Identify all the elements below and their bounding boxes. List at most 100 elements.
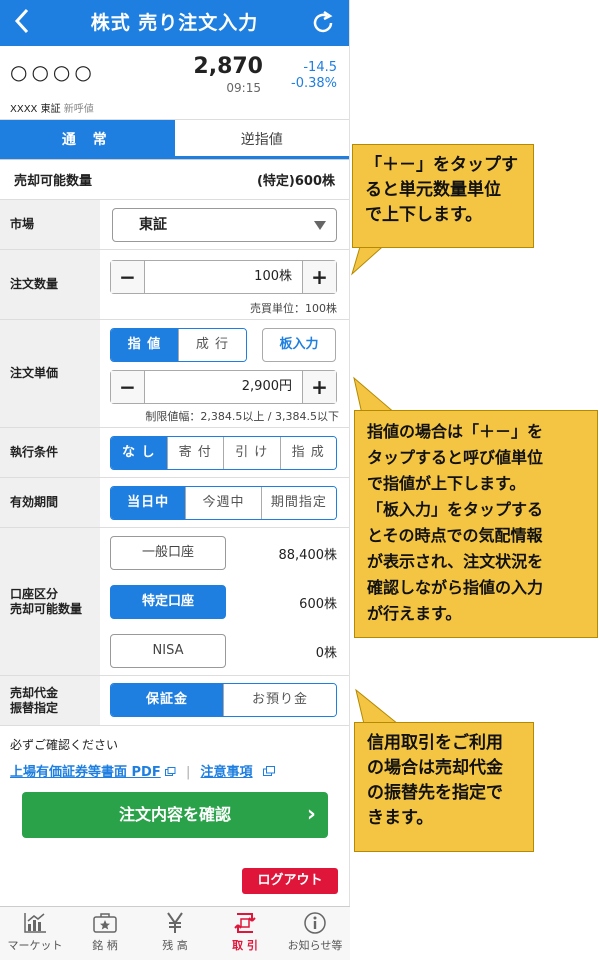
account-nisa-qty: 0株 bbox=[315, 646, 337, 661]
callout-line: の場合は売却代金 bbox=[367, 758, 503, 778]
condition-funari[interactable]: 指 成 bbox=[279, 437, 336, 469]
callout-transfer: 信用取引をご利用 の場合は売却代金 の振替先を指定で きます。 bbox=[354, 722, 534, 852]
tab-notices[interactable]: お知らせ等 bbox=[280, 907, 350, 960]
tab-trade[interactable]: 取 引 bbox=[210, 907, 280, 960]
refresh-icon[interactable] bbox=[309, 9, 337, 37]
chevron-right-icon: › bbox=[306, 802, 316, 827]
header-bar: 株式 売り注文入力 bbox=[0, 0, 349, 46]
market-value: 東証 bbox=[139, 217, 167, 233]
quantity-minus-button[interactable]: − bbox=[111, 261, 145, 293]
tab-trade-label: 取 引 bbox=[232, 939, 258, 952]
callout-line: ると単元数量単位 bbox=[365, 180, 501, 200]
market-row: 市場 東証 bbox=[0, 200, 349, 250]
limit-order-option[interactable]: 指 値 bbox=[111, 329, 178, 361]
period-toggle: 当日中 今週中 期間指定 bbox=[110, 486, 337, 520]
logout-button[interactable]: ログアウト bbox=[242, 868, 338, 894]
quantity-plus-button[interactable]: + bbox=[302, 261, 336, 293]
stock-code: XXXX bbox=[10, 104, 38, 115]
account-nisa-button[interactable]: NISA bbox=[110, 634, 226, 668]
transfer-row: 売却代金 振替指定 保証金 お預り金 bbox=[0, 676, 349, 726]
price-minus-button[interactable]: − bbox=[111, 371, 145, 403]
callout-line: 「＋－」をタップす bbox=[365, 155, 518, 175]
period-this-week[interactable]: 今週中 bbox=[185, 487, 261, 519]
stock-price: 2,870 bbox=[193, 54, 263, 79]
quantity-row: 注文数量 − 100株 + 売買単位：100株 bbox=[0, 250, 349, 320]
confirm-order-button[interactable]: 注文内容を確認 › bbox=[22, 792, 328, 838]
chevron-down-icon bbox=[314, 221, 326, 230]
confirm-section: 必ずご確認ください 上場有価証券等書面 PDF | 注意事項 bbox=[0, 726, 349, 796]
callout-line: タップすると呼び値単位 bbox=[367, 448, 544, 467]
exchange-icon bbox=[234, 913, 256, 933]
price-stepper: − 2,900円 + bbox=[110, 370, 337, 404]
callout-line: で上下します。 bbox=[365, 205, 483, 225]
tab-market[interactable]: マーケット bbox=[0, 907, 70, 960]
period-label: 有効期間 bbox=[0, 478, 100, 527]
period-specify[interactable]: 期間指定 bbox=[260, 487, 336, 519]
condition-none[interactable]: な し bbox=[111, 437, 167, 469]
callout-line: とその時点での気配情報 bbox=[367, 526, 543, 545]
price-type-toggle: 指 値 成 行 bbox=[110, 328, 247, 362]
condition-toggle: な し 寄 付 引 け 指 成 bbox=[110, 436, 337, 470]
tab-market-label: マーケット bbox=[7, 939, 63, 952]
callout-line: きます。 bbox=[367, 808, 434, 828]
tab-notices-label: お知らせ等 bbox=[287, 939, 343, 952]
callout-line: 指値の場合は「＋－」を bbox=[367, 422, 544, 441]
period-today[interactable]: 当日中 bbox=[111, 487, 186, 519]
period-row: 有効期間 当日中 今週中 期間指定 bbox=[0, 478, 349, 528]
tick-flag: 新呼値 bbox=[63, 104, 94, 115]
transfer-label-line1: 売却代金 bbox=[10, 685, 59, 700]
callout-quantity: 「＋－」をタップす ると単元数量単位 で上下します。 bbox=[352, 144, 534, 248]
callout-line: が表示され、注文状況を bbox=[367, 552, 544, 571]
tab-stocks[interactable]: 銘 柄 bbox=[70, 907, 140, 960]
quantity-input[interactable]: 100株 bbox=[145, 261, 302, 293]
condition-close[interactable]: 引 け bbox=[223, 437, 280, 469]
account-label: 口座区分 売却可能数量 bbox=[0, 528, 100, 675]
account-specific-qty: 600株 bbox=[299, 597, 337, 612]
price-label: 注文単価 bbox=[0, 320, 100, 427]
transfer-label-line2: 振替指定 bbox=[10, 700, 59, 715]
tab-stop-order[interactable]: 逆指値 bbox=[174, 120, 349, 159]
condition-open[interactable]: 寄 付 bbox=[166, 437, 223, 469]
account-label-line2: 売却可能数量 bbox=[10, 601, 83, 616]
notes-link[interactable]: 注意事項 bbox=[201, 765, 253, 780]
stock-name: ○○○○ bbox=[10, 60, 96, 84]
tab-normal[interactable]: 通 常 bbox=[0, 120, 175, 159]
callout-line: 「板入力」をタップする bbox=[367, 500, 544, 519]
account-general-button[interactable]: 一般口座 bbox=[110, 536, 226, 570]
info-icon bbox=[304, 912, 326, 934]
board-input-button[interactable]: 板入力 bbox=[262, 328, 336, 362]
price-row: 注文単価 指 値 成 行 板入力 − 2,900円 + 制限値幅：2,384.5… bbox=[0, 320, 349, 428]
account-specific-button[interactable]: 特定口座 bbox=[110, 585, 226, 619]
market-order-option[interactable]: 成 行 bbox=[178, 329, 246, 361]
page-title: 株式 売り注文入力 bbox=[90, 12, 259, 34]
limit-range-note: 制限値幅：2,384.5以上 / 3,384.5以下 bbox=[145, 410, 339, 423]
account-general-qty: 88,400株 bbox=[278, 548, 338, 563]
market-label: 市場 bbox=[0, 200, 100, 249]
callout-line: が行えます。 bbox=[367, 604, 462, 623]
callout-price: 指値の場合は「＋－」を タップすると呼び値単位 で指値が上下します。 「板入力」… bbox=[354, 410, 598, 638]
callout-line: で指値が上下します。 bbox=[367, 474, 526, 493]
price-input[interactable]: 2,900円 bbox=[145, 371, 302, 403]
external-window-icon bbox=[164, 767, 176, 776]
callout-line: の振替先を指定で bbox=[367, 783, 503, 803]
confirm-order-label: 注文内容を確認 bbox=[118, 805, 231, 824]
price-plus-button[interactable]: + bbox=[302, 371, 336, 403]
document-pdf-link[interactable]: 上場有価証券等書面 PDF bbox=[10, 765, 161, 780]
market-select[interactable]: 東証 bbox=[112, 208, 337, 242]
order-type-tabs: 通 常 逆指値 bbox=[0, 120, 349, 160]
chart-icon bbox=[24, 913, 46, 933]
account-row: 口座区分 売却可能数量 一般口座 88,400株 特定口座 600株 NISA … bbox=[0, 528, 349, 676]
tab-balance[interactable]: 残 高 bbox=[140, 907, 210, 960]
confirm-notice: 必ずご確認ください bbox=[10, 738, 119, 752]
transfer-toggle: 保証金 お預り金 bbox=[110, 683, 337, 717]
callout-line: 信用取引をご利用 bbox=[367, 733, 503, 753]
quote-time: 09:15 bbox=[226, 81, 261, 95]
stock-market: 東証 bbox=[40, 104, 61, 115]
transfer-margin[interactable]: 保証金 bbox=[111, 684, 223, 716]
confirm-links: 上場有価証券等書面 PDF | 注意事項 bbox=[10, 761, 339, 780]
transfer-deposit[interactable]: お預り金 bbox=[223, 684, 336, 716]
callout-line: 確認しながら指値の入力 bbox=[367, 578, 544, 597]
quantity-label: 注文数量 bbox=[0, 250, 100, 319]
available-label: 売却可能数量 bbox=[14, 174, 93, 189]
quote-panel: ○○○○ 2,870 09:15 -14.5 -0.38% XXXX 東証 新呼… bbox=[0, 46, 349, 120]
